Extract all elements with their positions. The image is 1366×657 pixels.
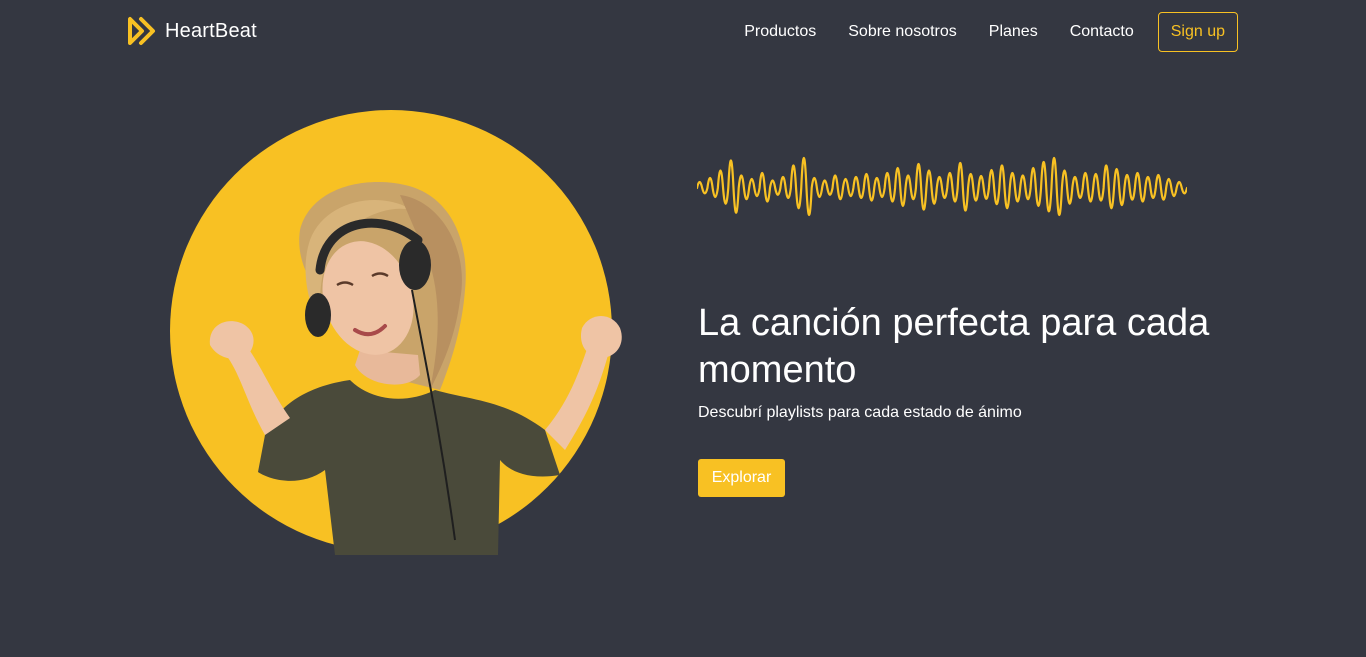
- nav-link-sobre-nosotros[interactable]: Sobre nosotros: [848, 13, 957, 51]
- landing-page: HeartBeat Productos Sobre nosotros Plane…: [0, 0, 1366, 657]
- brand-link[interactable]: HeartBeat: [127, 15, 257, 47]
- brand-name: HeartBeat: [165, 19, 257, 42]
- sound-wave-icon: [697, 156, 1187, 216]
- hero-title: La canción perfecta para cada momento: [698, 302, 1210, 391]
- signup-button[interactable]: Sign up: [1157, 12, 1238, 52]
- site-header: HeartBeat Productos Sobre nosotros Plane…: [0, 0, 1366, 64]
- nav-link-productos[interactable]: Productos: [744, 13, 816, 51]
- hero-subtitle: Descubrí playlists para cada estado de á…: [698, 404, 1022, 421]
- nav-link-planes[interactable]: Planes: [989, 13, 1038, 51]
- hero-image: [170, 110, 622, 555]
- double-chevron-right-icon: [128, 17, 155, 45]
- explore-button[interactable]: Explorar: [698, 459, 785, 497]
- nav-link-contacto[interactable]: Contacto: [1070, 13, 1134, 51]
- main-nav: Productos Sobre nosotros Planes Contacto…: [744, 12, 1238, 52]
